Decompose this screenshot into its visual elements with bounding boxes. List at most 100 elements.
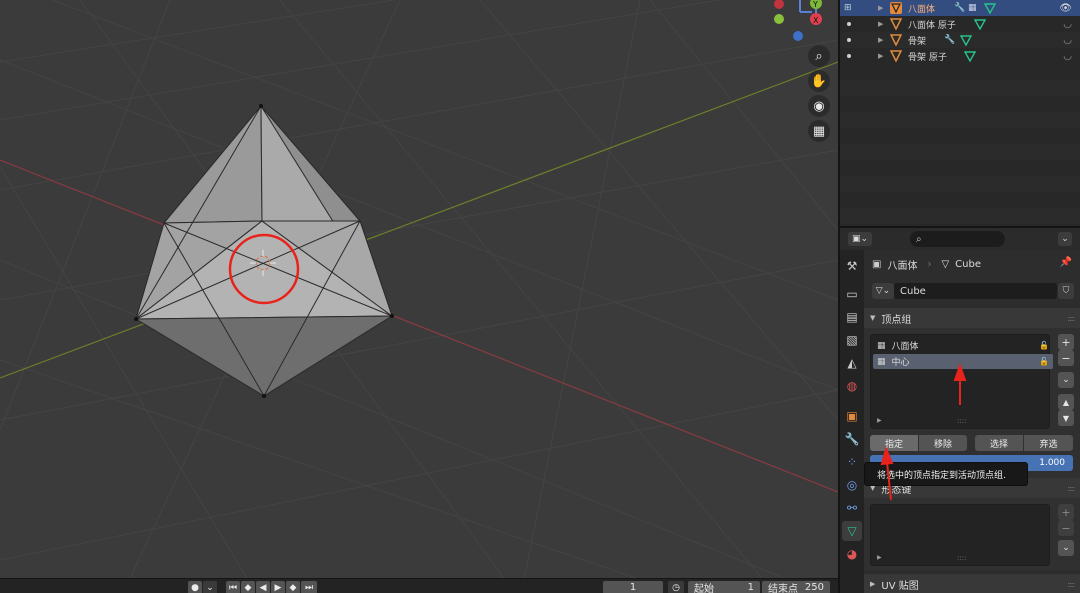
shape-key-specials-button[interactable]: ⌄ [1058,540,1074,556]
unlock-icon[interactable]: 🔓 [1039,357,1049,366]
vertex-group-item-active[interactable]: ▦ 中心 🔓 [873,354,1053,369]
mesh-data-icon[interactable] [974,18,986,30]
visibility-eye-icon[interactable]: 👁 [1059,3,1072,14]
outliner-label: 骨架 原子 [908,52,947,63]
record-options-icon[interactable]: ⌄ [203,581,217,593]
breadcrumb-object: 八面体 [887,260,918,272]
mesh-data-icon[interactable] [960,34,972,46]
list-expand-arrow-icon[interactable]: ▶ [877,417,882,424]
outliner-label: 八面体 原子 [908,20,956,31]
perspective-grid-icon[interactable]: ▦ [808,120,830,142]
expand-chevron-icon: ▶ [870,580,876,588]
list-expand-arrow-icon[interactable]: ▶ [877,554,882,561]
constraints-tab-icon[interactable]: ⚯ [842,498,862,518]
outliner-row-octahedron-atoms[interactable]: ▶ 八面体 原子 ◡ [840,16,1080,32]
material-tab-icon[interactable]: ◕ [842,544,862,564]
row-dot-icon [847,22,851,26]
start-frame-value: 1 [747,582,754,593]
jump-start-icon[interactable]: ⏮ [226,581,240,593]
move-up-button[interactable]: ▲ [1058,394,1074,410]
modifier-tab-icon[interactable]: 🔧 [842,429,862,449]
visibility-toggle-icon[interactable]: ◡ [1063,51,1072,62]
prev-keyframe-icon[interactable]: ◆ [241,581,255,593]
outliner-row-skeleton-atoms[interactable]: ▶ 骨架 原子 ◡ [840,48,1080,64]
physics-tab-icon[interactable]: ◎ [842,475,862,495]
add-vertex-group-button[interactable]: + [1058,334,1074,350]
select-button[interactable]: 选择 [975,435,1023,451]
mesh-name-field[interactable]: Cube [894,283,1057,299]
particles-tab-icon[interactable]: ⁘ [842,452,862,472]
deselect-button[interactable]: 弃选 [1024,435,1073,451]
outliner-row-octahedron[interactable]: ⊞ ▶ 八面体 🔧 ▦ 👁 [840,0,1080,16]
record-icon[interactable]: ● [188,581,202,593]
play-reverse-icon[interactable]: ◀ [256,581,270,593]
modifier-wrench-icon[interactable]: 🔧 [944,35,955,45]
pin-icon[interactable]: 📌 [1060,257,1072,268]
drag-grip-icon[interactable]: :::: [1067,580,1075,589]
vertex-group-icon[interactable]: ▦ [968,3,977,13]
modifier-wrench-icon[interactable]: 🔧 [954,3,965,13]
end-frame-value: 250 [804,582,824,593]
scene-tab-icon[interactable]: ◭ [842,353,862,373]
breadcrumb-separator: › [927,258,932,270]
add-shape-key-button[interactable]: + [1058,504,1074,520]
view-layer-tab-icon[interactable]: ▧ [842,330,862,350]
drag-grip-icon[interactable]: :::: [1067,314,1075,323]
options-dropdown[interactable]: ⌄ [1058,232,1072,246]
uv-maps-panel-header[interactable]: ▶ UV 贴图 :::: [864,574,1080,593]
row-dot-icon [847,54,851,58]
mesh-data-icon[interactable] [964,50,976,62]
vertex-groups-panel-header[interactable]: ▼ 顶点组 :::: [864,308,1080,328]
mesh-data-icon[interactable] [984,2,996,14]
unlock-icon[interactable]: 🔓 [1039,341,1049,350]
visibility-toggle-icon[interactable]: ◡ [1063,35,1072,46]
pan-hand-icon[interactable]: ✋ [808,70,830,92]
start-frame-field[interactable]: 起始 1 [688,581,760,593]
3d-viewport[interactable]: Y X ⌕ ✋ ◉ ▦ [0,0,838,578]
output-tab-icon[interactable]: ▤ [842,307,862,327]
end-frame-field[interactable]: 结束点 250 [762,581,830,593]
vertex-group-list[interactable]: ▦ 八面体 🔓 ▦ 中心 🔓 ▶ :::: [870,334,1053,429]
collection-icon: ⊞ [844,3,852,13]
mesh-browse-dropdown[interactable]: ▽⌄ [872,283,894,299]
clock-icon[interactable]: ◷ [668,581,684,593]
drag-grip-icon[interactable]: :::: [1067,484,1075,493]
outliner-empty-row [840,176,1080,192]
move-down-button[interactable]: ▼ [1058,410,1074,426]
expand-arrow-icon[interactable]: ▶ [878,52,883,60]
play-icon[interactable]: ▶ [271,581,285,593]
object-mesh-icon [890,2,902,14]
tool-tab-icon[interactable]: ⚒ [842,256,862,276]
list-resize-grip-icon[interactable]: :::: [957,417,966,425]
list-resize-grip-icon[interactable]: :::: [957,554,966,562]
zoom-icon[interactable]: ⌕ [808,45,830,67]
render-tab-icon[interactable]: ▭ [842,284,862,304]
properties-search-input[interactable]: ⌕ [910,231,1005,247]
jump-end-icon[interactable]: ⏭ [301,581,317,593]
expand-arrow-icon[interactable]: ▶ [878,4,883,12]
mesh-data-tab-icon[interactable]: ▽ [842,521,862,541]
object-mesh-icon [890,18,902,30]
object-tab-icon[interactable]: ▣ [842,406,862,426]
end-frame-label: 结束点 [768,584,798,593]
expand-arrow-icon[interactable]: ▶ [878,20,883,28]
assign-button[interactable]: 指定 [870,435,918,451]
properties-content: ▣ 八面体 › ▽ Cube 📌 ▽⌄ Cube ⛉ ▼ 顶点组 :::: ▦ … [864,250,1080,593]
next-keyframe-icon[interactable]: ◆ [286,581,300,593]
editor-type-dropdown[interactable]: ▣⌄ [848,232,872,246]
current-frame-field[interactable]: 1 [603,581,663,593]
vertex-group-item[interactable]: ▦ 八面体 🔓 [873,338,1053,353]
remove-button[interactable]: 移除 [919,435,967,451]
vertex-group-specials-button[interactable]: ⌄ [1058,372,1074,388]
vertex-group-icon: ▦ [877,356,886,367]
camera-icon[interactable]: ◉ [808,95,830,117]
shape-key-list[interactable]: ▶ :::: [870,504,1050,566]
expand-arrow-icon[interactable]: ▶ [878,36,883,44]
world-tab-icon[interactable]: ◍ [842,376,862,396]
visibility-toggle-icon[interactable]: ◡ [1063,19,1072,30]
remove-shape-key-button[interactable]: − [1058,520,1074,536]
outliner-row-skeleton[interactable]: ▶ 骨架 🔧 ◡ [840,32,1080,48]
remove-vertex-group-button[interactable]: − [1058,350,1074,366]
outliner-panel: ⊞ ▶ 八面体 🔧 ▦ 👁 ▶ 八面体 原子 ◡ ▶ 骨架 🔧 ◡ ▶ 骨架 原… [840,0,1080,226]
fake-user-shield-icon[interactable]: ⛉ [1058,283,1074,299]
